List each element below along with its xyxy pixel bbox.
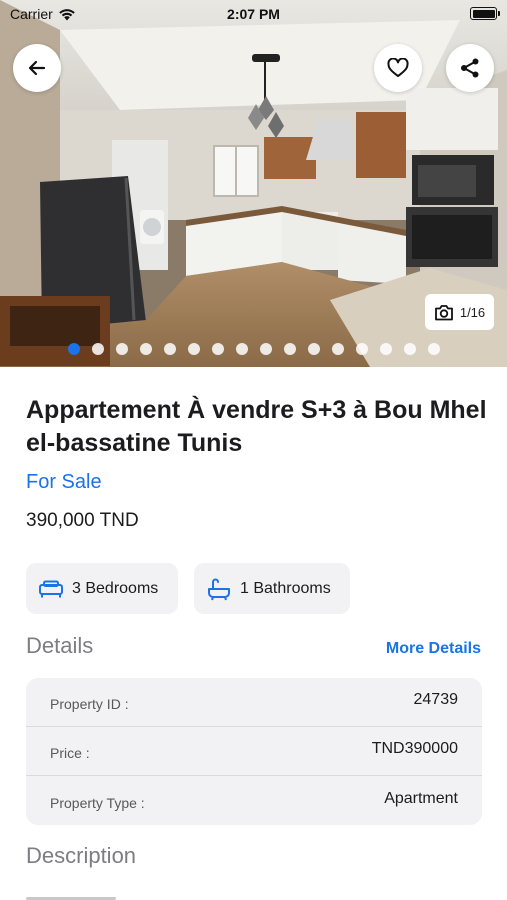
bedrooms-label: 3 Bedrooms [72, 579, 159, 597]
camera-icon [434, 304, 453, 320]
battery-icon [470, 7, 500, 20]
details-heading: Details [26, 633, 94, 658]
details-row-value: 24739 [413, 691, 459, 708]
status-bar: Carrier 2:07 PM [0, 0, 507, 28]
listing-price: 390,000 TND [26, 510, 139, 531]
gallery-dot[interactable] [331, 343, 344, 355]
gallery-dot[interactable] [259, 343, 272, 355]
details-row-property-type: Property Type : Apartment [26, 776, 482, 825]
listing-status: For Sale [26, 471, 102, 493]
gallery-dot[interactable] [139, 343, 152, 355]
bathtub-icon [208, 578, 230, 600]
details-row-label: Price : [50, 745, 90, 761]
favorite-button[interactable] [374, 44, 422, 92]
back-button[interactable] [13, 44, 61, 92]
share-button[interactable] [446, 44, 494, 92]
arrow-left-icon [28, 60, 46, 76]
gallery-dot[interactable] [91, 343, 104, 355]
gallery-dot[interactable] [211, 343, 224, 355]
description-text-cutoff [26, 893, 146, 900]
gallery-dot[interactable] [67, 343, 80, 355]
more-details-link[interactable]: More Details [386, 640, 481, 658]
status-time: 2:07 PM [227, 6, 280, 22]
listing-title: Appartement À vendre S+3 à Bou Mhel el-b… [26, 396, 487, 457]
gallery-dot[interactable] [187, 343, 200, 355]
gallery-dot[interactable] [283, 343, 296, 355]
gallery-dot[interactable] [163, 343, 176, 355]
photo-counter-label: 1/16 [459, 304, 486, 320]
description-heading: Description [26, 843, 137, 868]
details-row-value: Apartment [384, 789, 458, 807]
gallery-pagination[interactable] [0, 342, 507, 356]
details-card: Property ID : 24739 Price : TND390000 Pr… [26, 678, 482, 825]
photo-counter[interactable]: 1/16 [425, 294, 494, 330]
bed-icon [39, 580, 63, 597]
details-row-label: Property Type : [50, 794, 145, 811]
details-row-price: Price : TND390000 [26, 727, 482, 776]
gallery-dot[interactable] [115, 343, 128, 355]
bathrooms-label: 1 Bathrooms [240, 579, 331, 597]
details-row-label: Property ID : [50, 696, 129, 712]
details-row-value: TND390000 [371, 740, 458, 757]
bathrooms-chip: 1 Bathrooms [194, 563, 350, 614]
details-row-property-id: Property ID : 24739 [26, 678, 482, 727]
gallery-dot[interactable] [235, 343, 248, 355]
heart-icon [387, 58, 409, 77]
gallery-dot[interactable] [379, 343, 392, 355]
gallery-dot[interactable] [427, 343, 440, 355]
bedrooms-chip: 3 Bedrooms [26, 563, 178, 614]
gallery-dot[interactable] [403, 343, 416, 355]
share-icon [461, 58, 479, 78]
gallery-dot[interactable] [307, 343, 320, 355]
gallery-dot[interactable] [355, 343, 368, 355]
